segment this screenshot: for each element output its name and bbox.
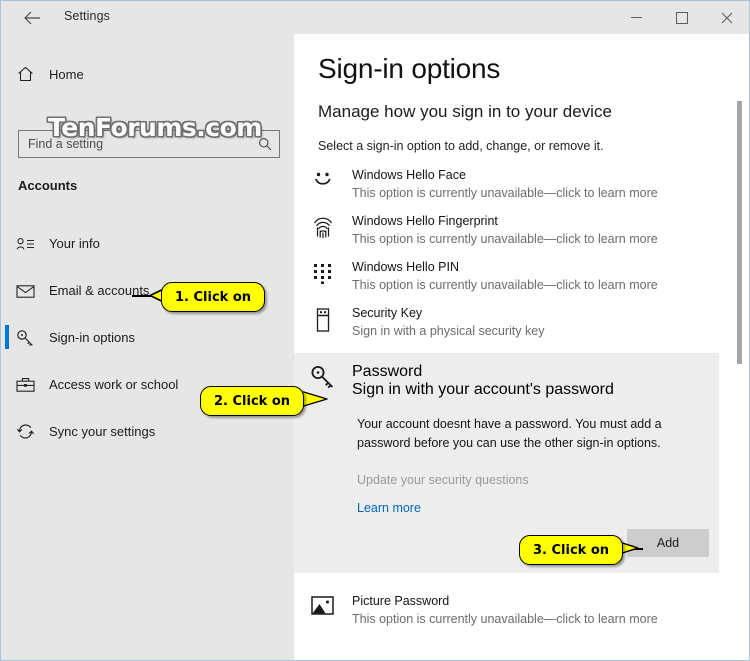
sidebar-item-home[interactable]: Home <box>1 57 294 91</box>
search-icon[interactable] <box>251 137 279 151</box>
pin-keypad-icon <box>294 259 352 293</box>
option-title: Security Key <box>352 306 423 320</box>
search-input[interactable] <box>19 136 251 152</box>
usb-key-icon <box>294 305 352 339</box>
password-subtitle: Sign in with your account's password <box>352 381 614 398</box>
option-picture-password[interactable]: Picture Password This option is currentl… <box>294 587 749 633</box>
sidebar-item-sign-in-options[interactable]: Sign-in options <box>1 314 294 361</box>
main-content: Sign-in options Manage how you sign in t… <box>294 34 749 660</box>
close-button[interactable] <box>704 1 749 34</box>
sidebar-home-label: Home <box>49 66 84 82</box>
back-arrow-icon[interactable] <box>15 7 49 29</box>
sidebar: Home TenForums.com Accounts <box>1 34 294 660</box>
picture-icon <box>294 593 352 627</box>
option-title: Windows Hello PIN <box>352 260 459 274</box>
vertical-scrollbar[interactable] <box>735 34 745 660</box>
learn-more-link[interactable]: Learn more <box>357 501 719 515</box>
option-title: Windows Hello Fingerprint <box>352 214 498 228</box>
update-security-questions-link: Update your security questions <box>357 473 529 487</box>
smiley-face-icon <box>294 167 352 201</box>
window-controls <box>614 1 749 34</box>
search-box[interactable] <box>18 130 280 158</box>
option-subtitle: This option is currently unavailable—cli… <box>352 186 658 200</box>
page-subtitle: Manage how you sign in to your device <box>318 102 612 121</box>
page-title: Sign-in options <box>318 53 501 84</box>
option-windows-hello-fingerprint[interactable]: Windows Hello Fingerprint This option is… <box>294 207 749 253</box>
option-subtitle: Sign in with a physical security key <box>352 324 545 338</box>
password-title: Password <box>352 363 423 380</box>
briefcase-icon <box>1 377 49 393</box>
option-title: Picture Password <box>352 594 450 608</box>
settings-window: Settings Home Find a setting TenForums.c… <box>0 0 750 661</box>
option-subtitle: This option is currently unavailable—cli… <box>352 278 658 292</box>
sidebar-item-label: Access work or school <box>49 377 179 392</box>
sidebar-item-label: Sign-in options <box>49 330 135 345</box>
minimize-button[interactable] <box>614 1 659 34</box>
window-title: Settings <box>64 9 110 23</box>
callout-3: 3. Click on <box>519 535 624 565</box>
password-actions: Add <box>294 515 719 559</box>
sync-icon <box>1 423 49 440</box>
envelope-icon <box>1 284 49 298</box>
callout-1: 1. Click on <box>161 282 266 312</box>
scrollbar-thumb[interactable] <box>737 101 742 364</box>
option-windows-hello-pin[interactable]: Windows Hello PIN This option is current… <box>294 253 749 299</box>
maximize-button[interactable] <box>659 1 704 34</box>
fingerprint-icon <box>294 213 352 247</box>
contact-card-icon <box>1 237 49 251</box>
title-bar: Settings <box>1 1 749 34</box>
sidebar-item-label: Sync your settings <box>49 424 156 439</box>
add-button[interactable]: Add <box>627 529 709 557</box>
page-description: Select a sign-in option to add, change, … <box>318 139 604 153</box>
sidebar-item-label: Your info <box>49 236 100 251</box>
password-header[interactable]: Password Sign in with your account's pas… <box>294 353 719 399</box>
sidebar-item-your-info[interactable]: Your info <box>1 220 294 267</box>
home-icon <box>1 66 49 82</box>
option-windows-hello-face[interactable]: Windows Hello Face This option is curren… <box>294 161 749 207</box>
password-message: Your account doesnt have a password. You… <box>357 417 662 450</box>
selection-indicator <box>5 325 9 349</box>
sign-in-options-list: Windows Hello Face This option is curren… <box>294 161 749 633</box>
callout-2: 2. Click on <box>200 386 305 416</box>
option-title: Windows Hello Face <box>352 168 466 182</box>
option-subtitle: This option is currently unavailable—cli… <box>352 232 658 246</box>
sidebar-nav-list: Your info Email & accounts Sign-in optio… <box>1 220 294 455</box>
password-panel: Password Sign in with your account's pas… <box>294 353 719 573</box>
sidebar-section-header: Accounts <box>18 178 78 193</box>
option-subtitle: This option is currently unavailable—cli… <box>352 612 658 626</box>
option-security-key[interactable]: Security Key Sign in with a physical sec… <box>294 299 749 345</box>
